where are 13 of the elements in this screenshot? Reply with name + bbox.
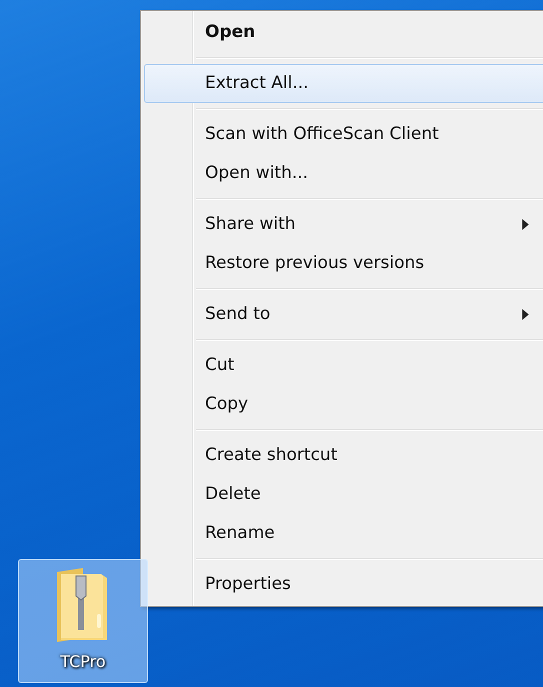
menu-item[interactable]: Copy bbox=[144, 385, 543, 424]
menu-item[interactable]: Delete bbox=[144, 475, 543, 514]
menu-item[interactable]: Restore previous versions bbox=[144, 244, 543, 283]
menu-item[interactable]: Send to bbox=[144, 295, 543, 334]
icon-label: TCPro bbox=[60, 652, 106, 671]
menu-item[interactable]: Share with bbox=[144, 205, 543, 244]
menu-item[interactable]: Scan with OfficeScan Client bbox=[144, 115, 543, 154]
menu-item[interactable]: Open bbox=[144, 13, 543, 52]
menu-item[interactable]: Open with... bbox=[144, 154, 543, 193]
menu-item[interactable]: Rename bbox=[144, 514, 543, 553]
menu-item[interactable]: Cut bbox=[144, 346, 543, 385]
menu-item[interactable]: Extract All... bbox=[144, 64, 543, 103]
menu-item[interactable]: Create shortcut bbox=[144, 436, 543, 475]
